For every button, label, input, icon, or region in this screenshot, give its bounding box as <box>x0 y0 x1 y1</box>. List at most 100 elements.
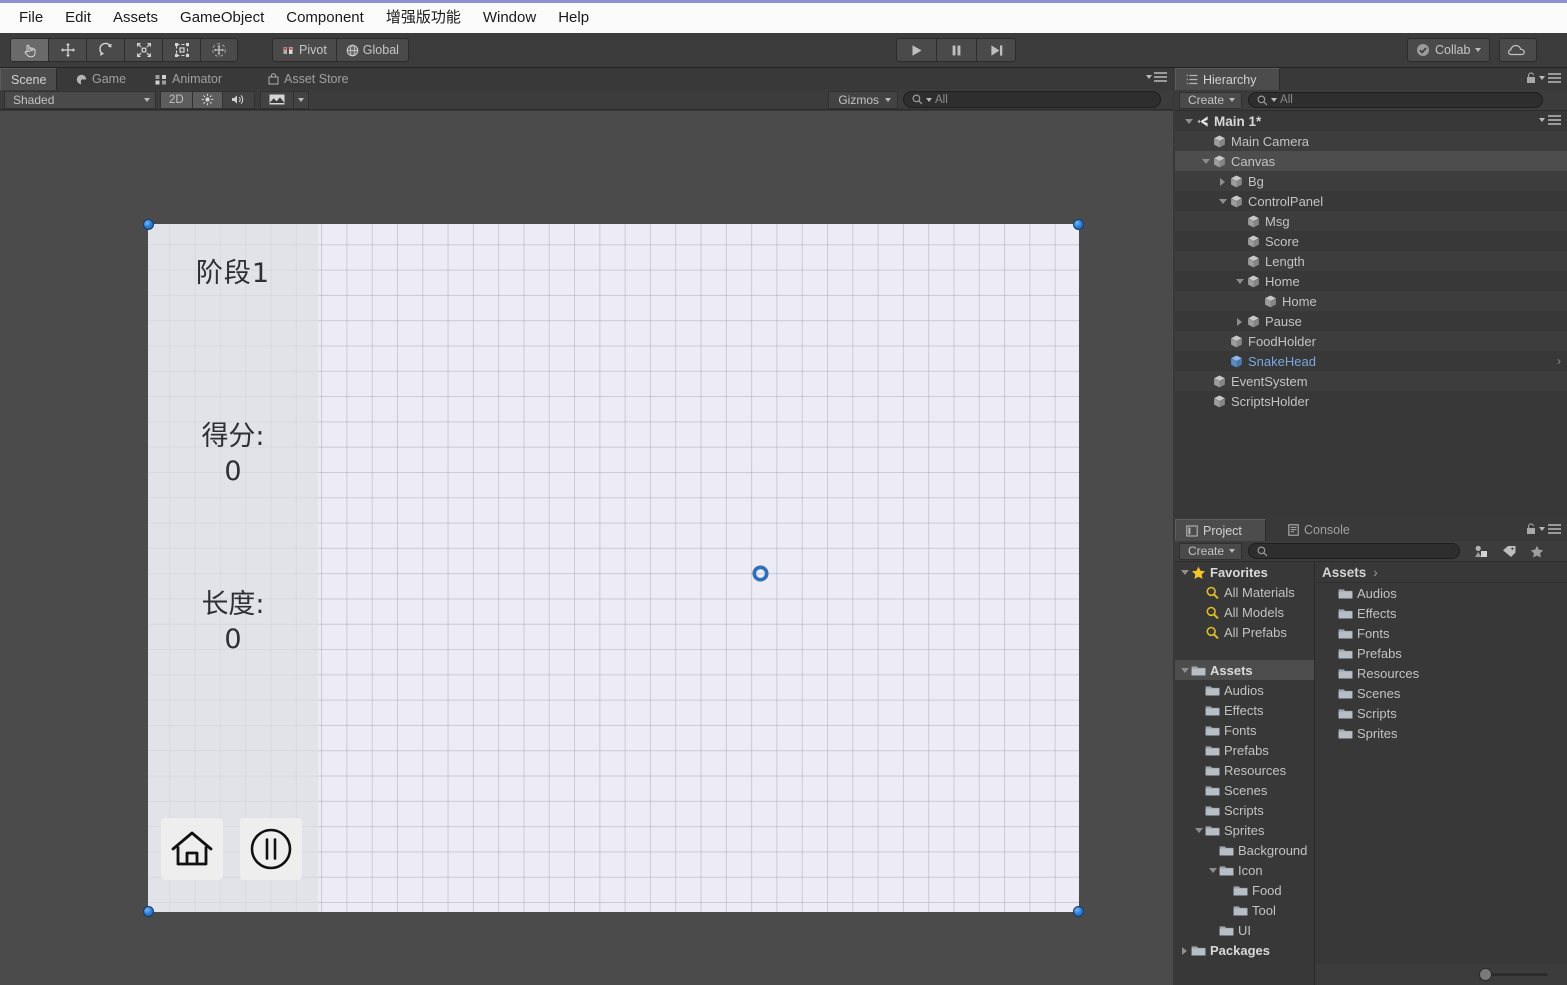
menu-item-file[interactable]: File <box>8 5 54 31</box>
project-content-row-scripts[interactable]: Scripts <box>1316 703 1567 723</box>
shading-mode-dropdown[interactable]: Shaded <box>4 90 156 109</box>
chevron-down-icon[interactable] <box>1200 155 1212 167</box>
project-search-input[interactable] <box>1248 543 1461 559</box>
project-tree-row-tool[interactable]: Tool <box>1175 900 1314 920</box>
hierarchy-row-foodholder[interactable]: FoodHolder <box>1175 331 1567 351</box>
project-tree-row-prefabs[interactable]: Prefabs <box>1175 740 1314 760</box>
project-contents-list[interactable]: Audios Effects Fonts Prefabs Resources Scenes… <box>1316 583 1567 743</box>
pause-button-ingame[interactable] <box>240 818 302 880</box>
project-tree-row-resources[interactable]: Resources <box>1175 760 1314 780</box>
label-filter-icon-button[interactable] <box>1496 545 1522 558</box>
menu-item-edit[interactable]: Edit <box>54 5 102 31</box>
project-tree-row-packages[interactable]: Packages <box>1175 940 1314 960</box>
project-tree-row-all-prefabs[interactable]: All Prefabs <box>1175 622 1314 642</box>
gizmos-dropdown[interactable]: Gizmos <box>828 90 898 109</box>
hierarchy-row-scriptsholder[interactable]: ScriptsHolder <box>1175 391 1567 411</box>
hierarchy-search-input[interactable]: All <box>1248 92 1544 108</box>
project-content-row-resources[interactable]: Resources <box>1316 663 1567 683</box>
project-zoom-slider[interactable] <box>1316 964 1567 985</box>
audio-toggle-button[interactable] <box>222 90 255 109</box>
chevron-right-icon[interactable] <box>1217 175 1229 187</box>
chevron-down-icon[interactable] <box>1234 275 1246 287</box>
scene-tab-menu-button[interactable] <box>1146 72 1167 82</box>
breadcrumb-assets[interactable]: Assets <box>1322 565 1366 580</box>
zoom-slider-knob[interactable] <box>1479 968 1492 981</box>
project-tree-row-scripts[interactable]: Scripts <box>1175 800 1314 820</box>
tab-hierarchy[interactable]: Hierarchy <box>1175 68 1280 90</box>
collab-button[interactable]: Collab <box>1407 38 1491 62</box>
hierarchy-row-home[interactable]: Home <box>1175 291 1567 311</box>
project-content-row-sprites[interactable]: Sprites <box>1316 723 1567 743</box>
play-button[interactable] <box>896 38 936 62</box>
rect-tool-button[interactable] <box>162 38 200 62</box>
chevron-down-icon[interactable] <box>1193 824 1205 836</box>
menu-item-增强版功能[interactable]: 增强版功能 <box>375 5 472 31</box>
hierarchy-row-pause[interactable]: Pause <box>1175 311 1567 331</box>
selection-handle-top-right[interactable] <box>1073 219 1084 230</box>
hierarchy-row-length[interactable]: Length <box>1175 251 1567 271</box>
project-tree-row-background[interactable]: Background <box>1175 840 1314 860</box>
move-tool-button[interactable] <box>48 38 86 62</box>
hierarchy-row-canvas[interactable]: Canvas <box>1175 151 1567 171</box>
project-tree-row-icon[interactable]: Icon <box>1175 860 1314 880</box>
rotate-tool-button[interactable] <box>86 38 124 62</box>
hierarchy-row-eventsystem[interactable]: EventSystem <box>1175 371 1567 391</box>
tab-project[interactable]: Project <box>1175 519 1266 541</box>
scene-filter-icon-button[interactable] <box>1468 545 1494 558</box>
menu-item-help[interactable]: Help <box>547 5 600 31</box>
hierarchy-row-score[interactable]: Score <box>1175 231 1567 251</box>
scene-row-menu[interactable] <box>1539 115 1561 125</box>
project-create-button[interactable]: Create <box>1179 542 1243 560</box>
lighting-toggle-button[interactable] <box>192 90 223 109</box>
pivot-button[interactable]: Pivot <box>272 38 336 62</box>
hierarchy-panel-menu[interactable] <box>1526 72 1561 84</box>
chevron-down-icon[interactable] <box>1183 115 1195 127</box>
project-tree-row-effects[interactable]: Effects <box>1175 700 1314 720</box>
tab-scene[interactable]: Scene <box>0 68 57 90</box>
project-folder-tree[interactable]: Favorites All Materials All Models All Pref… <box>1175 562 1315 985</box>
hierarchy-row-controlpanel[interactable]: ControlPanel <box>1175 191 1567 211</box>
project-tree-row-scenes[interactable]: Scenes <box>1175 780 1314 800</box>
project-tree-row-food[interactable]: Food <box>1175 880 1314 900</box>
fx-dropdown-button[interactable] <box>293 90 309 109</box>
tab-game[interactable]: Game <box>66 68 136 90</box>
project-contents-pane[interactable]: Assets › Audios Effects Fonts Prefabs Resour… <box>1316 562 1567 985</box>
hierarchy-tree[interactable]: Main 1* Main Camera Canvas Bg ControlPanel Ms… <box>1175 111 1567 517</box>
hierarchy-row-msg[interactable]: Msg <box>1175 211 1567 231</box>
hierarchy-row-main-camera[interactable]: Main Camera <box>1175 131 1567 151</box>
pause-button[interactable] <box>936 38 976 62</box>
project-tree-row-sprites[interactable]: Sprites <box>1175 820 1314 840</box>
project-tree-row-all-models[interactable]: All Models <box>1175 602 1314 622</box>
project-content-row-prefabs[interactable]: Prefabs <box>1316 643 1567 663</box>
tab-console[interactable]: Console <box>1278 519 1360 541</box>
control-panel-object[interactable]: 阶段1 得分: 0 长度: 0 <box>148 224 318 912</box>
project-content-row-effects[interactable]: Effects <box>1316 603 1567 623</box>
home-button[interactable] <box>161 818 223 880</box>
project-panel-menu[interactable] <box>1526 523 1561 535</box>
project-content-row-audios[interactable]: Audios <box>1316 583 1567 603</box>
selection-handle-bottom-right[interactable] <box>1073 906 1084 917</box>
cloud-button[interactable] <box>1499 38 1538 62</box>
global-button[interactable]: Global <box>335 38 409 62</box>
hierarchy-row-home[interactable]: Home <box>1175 271 1567 291</box>
2d-toggle-button[interactable]: 2D <box>160 90 193 109</box>
hierarchy-row-bg[interactable]: Bg <box>1175 171 1567 191</box>
project-tree-row-favorites[interactable]: Favorites <box>1175 562 1314 582</box>
scale-tool-button[interactable] <box>124 38 162 62</box>
chevron-down-icon[interactable] <box>1179 664 1191 676</box>
menu-item-component[interactable]: Component <box>275 5 375 31</box>
project-tree-row-fonts[interactable]: Fonts <box>1175 720 1314 740</box>
project-tree-row-all-materials[interactable]: All Materials <box>1175 582 1314 602</box>
selection-handle-top-left[interactable] <box>143 219 154 230</box>
transform-tool-button[interactable] <box>200 38 238 62</box>
scene-viewport[interactable]: 阶段1 得分: 0 长度: 0 <box>0 111 1173 985</box>
chevron-right-icon[interactable] <box>1234 315 1246 327</box>
menu-item-window[interactable]: Window <box>472 5 547 31</box>
chevron-down-icon[interactable] <box>1207 864 1219 876</box>
chevron-down-icon[interactable] <box>1217 195 1229 207</box>
menu-item-assets[interactable]: Assets <box>102 5 169 31</box>
hierarchy-row-main-1-[interactable]: Main 1* <box>1175 111 1567 131</box>
hierarchy-row-snakehead[interactable]: SnakeHead › <box>1175 351 1567 371</box>
menu-item-gameobject[interactable]: GameObject <box>169 5 275 31</box>
row-overflow-icon[interactable]: › <box>1557 354 1561 368</box>
